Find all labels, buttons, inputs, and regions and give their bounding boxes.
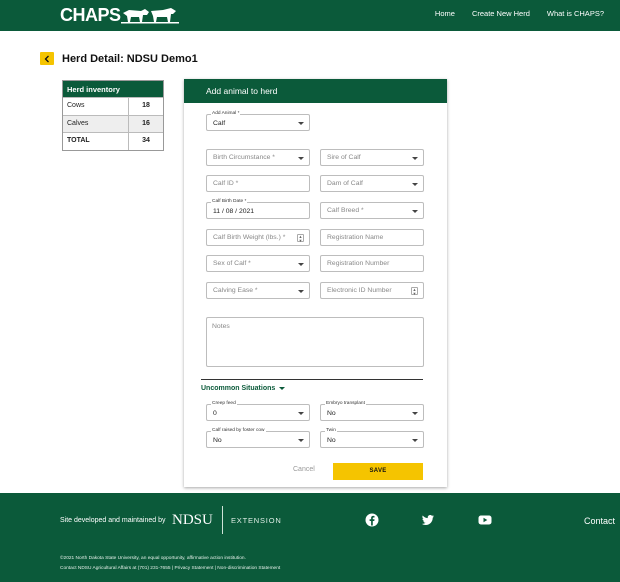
registration-number-input[interactable]: Registration Number bbox=[320, 255, 424, 272]
calf-breed-select[interactable]: Calf Breed * bbox=[320, 202, 424, 219]
chevron-down-icon bbox=[279, 387, 286, 390]
footer-copyright: ©2021 North Dakota State University, an … bbox=[60, 556, 246, 561]
field-placeholder: Electronic ID Number bbox=[327, 287, 392, 294]
embryo-transplant-select[interactable]: Embryo transplant No bbox=[320, 401, 424, 421]
twitter-icon[interactable] bbox=[421, 513, 435, 527]
field-value: Calf bbox=[213, 120, 226, 127]
field-placeholder: Calf Breed * bbox=[327, 207, 364, 214]
chaps-logo[interactable]: CHAPS bbox=[60, 5, 181, 25]
field-label: Embryo transplant bbox=[325, 401, 366, 406]
dropdown-arrow-icon bbox=[298, 263, 304, 266]
field-label: Calf raised by foster cow bbox=[211, 428, 266, 433]
herd-inventory-table: Herd inventory Cows 18 Calves 16 TOTAL 3… bbox=[62, 80, 164, 151]
field-value: 11 / 08 / 2021 bbox=[213, 208, 255, 215]
top-nav: Home Create New Herd What is CHAPS? bbox=[418, 9, 604, 18]
extension-label: EXTENSION bbox=[231, 516, 282, 525]
field-label: Twin bbox=[325, 428, 337, 433]
row-label: TOTAL bbox=[63, 133, 129, 150]
dropdown-arrow-icon bbox=[298, 122, 304, 125]
chevron-left-icon bbox=[44, 55, 49, 62]
sex-of-calf-select[interactable]: Sex of Calf * bbox=[206, 255, 310, 272]
registration-name-input[interactable]: Registration Name bbox=[320, 229, 424, 246]
field-value: 0 bbox=[213, 410, 217, 417]
field-placeholder: Birth Circumstance * bbox=[213, 154, 275, 161]
card-heading: Add animal to herd bbox=[184, 79, 447, 103]
dropdown-arrow-icon bbox=[412, 439, 418, 442]
field-value: No bbox=[327, 437, 336, 444]
electronic-id-input[interactable]: Electronic ID Number ▲ ▼ bbox=[320, 282, 424, 299]
field-placeholder: Sex of Calf * bbox=[213, 260, 251, 267]
field-value: No bbox=[327, 410, 336, 417]
dropdown-arrow-icon bbox=[298, 439, 304, 442]
footer-site-text: Site developed and maintained by bbox=[60, 517, 166, 524]
add-animal-select[interactable]: Add Animal * Calf bbox=[206, 111, 310, 131]
page-title: Herd Detail: NDSU Demo1 bbox=[62, 53, 198, 65]
number-stepper-icon[interactable]: ▲ ▼ bbox=[297, 234, 304, 242]
row-label: Cows bbox=[63, 98, 129, 115]
calf-birth-weight-input[interactable]: Calf Birth Weight (lbs.) * ▲ ▼ bbox=[206, 229, 310, 246]
table-row: Cows 18 bbox=[63, 97, 163, 115]
field-placeholder: Registration Number bbox=[327, 260, 390, 267]
number-stepper-icon[interactable]: ▲ ▼ bbox=[411, 287, 418, 295]
back-button[interactable] bbox=[40, 52, 54, 65]
dropdown-arrow-icon bbox=[412, 157, 418, 160]
field-placeholder: Calf ID * bbox=[213, 180, 239, 187]
field-placeholder: Dam of Calf bbox=[327, 180, 363, 187]
calf-id-input[interactable]: Calf ID * bbox=[206, 175, 310, 192]
field-placeholder: Registration Name bbox=[327, 234, 384, 241]
nav-home-link[interactable]: Home bbox=[435, 9, 455, 18]
dropdown-arrow-icon bbox=[298, 290, 304, 293]
field-label: Creep feed bbox=[211, 401, 237, 406]
twin-select[interactable]: Twin No bbox=[320, 428, 424, 448]
cattle-logo-icon bbox=[120, 8, 179, 24]
dam-of-calf-select[interactable]: Dam of Calf bbox=[320, 175, 424, 192]
uncommon-situations-toggle[interactable]: Uncommon Situations bbox=[201, 385, 286, 392]
dropdown-arrow-icon bbox=[412, 412, 418, 415]
dropdown-arrow-icon bbox=[298, 412, 304, 415]
field-placeholder: Sire of Calf bbox=[327, 154, 361, 161]
logo-text: CHAPS bbox=[60, 4, 121, 25]
field-value: No bbox=[213, 437, 222, 444]
section-divider bbox=[201, 379, 423, 380]
table-row: Calves 16 bbox=[63, 114, 163, 132]
top-navbar: CHAPS Home Create New Herd What is CHAPS… bbox=[0, 0, 620, 31]
birth-circumstance-select[interactable]: Birth Circumstance * bbox=[206, 149, 310, 166]
footer-contact-link[interactable]: Contact bbox=[584, 516, 615, 526]
nav-create-herd-link[interactable]: Create New Herd bbox=[472, 9, 530, 18]
notes-textarea[interactable]: Notes bbox=[206, 317, 424, 367]
field-placeholder: Calving Ease * bbox=[213, 287, 258, 294]
facebook-icon[interactable] bbox=[365, 513, 379, 527]
site-footer: Site developed and maintained by NDSU EX… bbox=[0, 493, 620, 582]
cancel-button[interactable]: Cancel bbox=[293, 466, 315, 473]
youtube-icon[interactable] bbox=[478, 513, 492, 527]
row-value: 34 bbox=[142, 137, 150, 144]
row-label: Calves bbox=[63, 115, 129, 132]
field-label: Calf Birth Date * bbox=[211, 199, 248, 204]
dropdown-arrow-icon bbox=[412, 183, 418, 186]
field-placeholder: Notes bbox=[212, 323, 230, 330]
creep-feed-select[interactable]: Creep feed 0 bbox=[206, 401, 310, 421]
calf-birth-date-input[interactable]: Calf Birth Date * 11 / 08 / 2021 bbox=[206, 199, 310, 219]
row-value: 16 bbox=[142, 119, 150, 127]
dropdown-arrow-icon bbox=[298, 157, 304, 160]
save-button[interactable]: SAVE bbox=[333, 463, 423, 480]
field-label: Add Animal * bbox=[211, 111, 241, 116]
section-label: Uncommon Situations bbox=[201, 385, 276, 392]
nav-what-is-chaps-link[interactable]: What is CHAPS? bbox=[547, 9, 604, 18]
calving-ease-select[interactable]: Calving Ease * bbox=[206, 282, 310, 299]
footer-links[interactable]: Contact NDSU Agricultural Affairs at (70… bbox=[60, 566, 280, 571]
sire-of-calf-select[interactable]: Sire of Calf bbox=[320, 149, 424, 166]
field-placeholder: Calf Birth Weight (lbs.) * bbox=[213, 234, 286, 241]
dropdown-arrow-icon bbox=[412, 210, 418, 213]
foster-cow-select[interactable]: Calf raised by foster cow No bbox=[206, 428, 310, 448]
ndsu-logo[interactable]: NDSU bbox=[172, 512, 213, 529]
row-value: 18 bbox=[142, 102, 150, 109]
footer-divider bbox=[222, 506, 223, 534]
table-row-total: TOTAL 34 bbox=[63, 132, 163, 150]
inventory-heading: Herd inventory bbox=[63, 81, 163, 97]
